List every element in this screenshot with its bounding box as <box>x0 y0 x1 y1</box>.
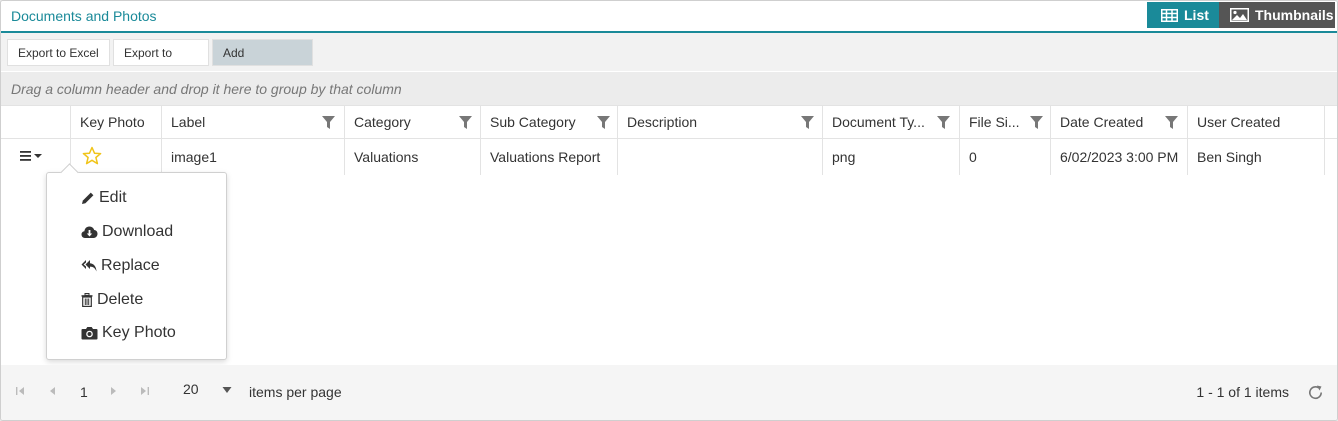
filter-icon[interactable] <box>937 116 950 129</box>
export-pdf-button[interactable]: Export to PDF <box>113 39 209 87</box>
filter-icon[interactable] <box>1030 116 1043 129</box>
page-size-select[interactable]: 20 <box>183 381 199 397</box>
pager-info: 1 - 1 of 1 items <box>1196 384 1289 400</box>
pencil-icon <box>82 192 94 204</box>
filter-icon[interactable] <box>459 116 472 129</box>
documents-panel: Documents and Photos List Thumbnails Exp… <box>0 0 1338 421</box>
last-page-icon[interactable] <box>140 386 150 396</box>
reply-all-icon <box>81 260 97 272</box>
prev-page-icon[interactable] <box>47 386 57 396</box>
header-document-type[interactable]: Document Ty... <box>822 106 960 139</box>
toolbar: Export to Excel Export to PDF Add Docume… <box>1 33 1337 87</box>
panel-header: Documents and Photos List Thumbnails <box>1 1 1337 33</box>
row-context-menu: Edit Download Replace Delete Key Photo <box>46 163 227 360</box>
table-row[interactable]: image1 Valuations Valuations Report png … <box>1 139 1337 175</box>
items-per-page-label: items per page <box>249 384 342 400</box>
menu-item-download[interactable]: Download <box>81 220 173 244</box>
trash-icon <box>81 293 93 307</box>
group-drop-area[interactable]: Drag a column header and drop it here to… <box>1 72 1337 105</box>
grid-header: Key Photo Label Category Sub Category De… <box>1 105 1337 139</box>
list-view-button[interactable]: List <box>1147 2 1219 28</box>
user-created-cell: Ben Singh <box>1187 139 1325 175</box>
export-excel-button[interactable]: Export to Excel <box>7 39 110 66</box>
file-size-cell: 0 <box>959 139 1051 175</box>
menu-item-key-photo[interactable]: Key Photo <box>81 321 176 345</box>
menu-item-edit[interactable]: Edit <box>81 186 127 210</box>
grid-icon <box>1161 8 1178 22</box>
thumbnails-view-button[interactable]: Thumbnails <box>1219 2 1335 28</box>
chevron-down-icon[interactable] <box>222 386 232 394</box>
header-key-photo[interactable]: Key Photo <box>70 106 162 139</box>
description-cell <box>617 139 823 175</box>
filter-icon[interactable] <box>801 116 814 129</box>
sub-category-cell: Valuations Report <box>480 139 618 175</box>
header-date-created[interactable]: Date Created <box>1050 106 1188 139</box>
thumbnails-view-label: Thumbnails <box>1255 7 1334 23</box>
label-cell: image1 <box>161 139 345 175</box>
add-document-button[interactable]: Add Document <box>212 39 313 87</box>
star-icon[interactable] <box>82 146 102 166</box>
header-sub-category[interactable]: Sub Category <box>480 106 618 139</box>
filter-icon[interactable] <box>1165 116 1178 129</box>
refresh-icon[interactable] <box>1307 384 1324 401</box>
filter-icon[interactable] <box>597 116 610 129</box>
menu-item-delete[interactable]: Delete <box>81 288 143 312</box>
first-page-icon[interactable] <box>15 386 25 396</box>
pager: 1 20 items per page 1 - 1 of 1 items <box>1 365 1337 420</box>
cloud-download-icon <box>81 226 98 238</box>
filter-icon[interactable] <box>322 116 335 129</box>
header-label[interactable]: Label <box>161 106 345 139</box>
current-page[interactable]: 1 <box>80 384 88 400</box>
group-hint: Drag a column header and drop it here to… <box>11 81 402 97</box>
next-page-icon[interactable] <box>109 386 119 396</box>
row-menu-icon[interactable] <box>20 150 44 162</box>
header-user-created[interactable]: User Created <box>1187 106 1325 139</box>
panel-title: Documents and Photos <box>11 8 157 24</box>
header-menu <box>1 106 71 139</box>
header-category[interactable]: Category <box>344 106 481 139</box>
header-file-size[interactable]: File Si... <box>959 106 1051 139</box>
header-description[interactable]: Description <box>617 106 823 139</box>
category-cell: Valuations <box>344 139 481 175</box>
list-view-label: List <box>1184 7 1209 23</box>
menu-item-replace[interactable]: Replace <box>81 254 160 278</box>
image-icon <box>1230 8 1249 22</box>
document-type-cell: png <box>822 139 960 175</box>
date-created-cell: 6/02/2023 3:00 PM <box>1050 139 1188 175</box>
camera-icon <box>81 327 98 340</box>
